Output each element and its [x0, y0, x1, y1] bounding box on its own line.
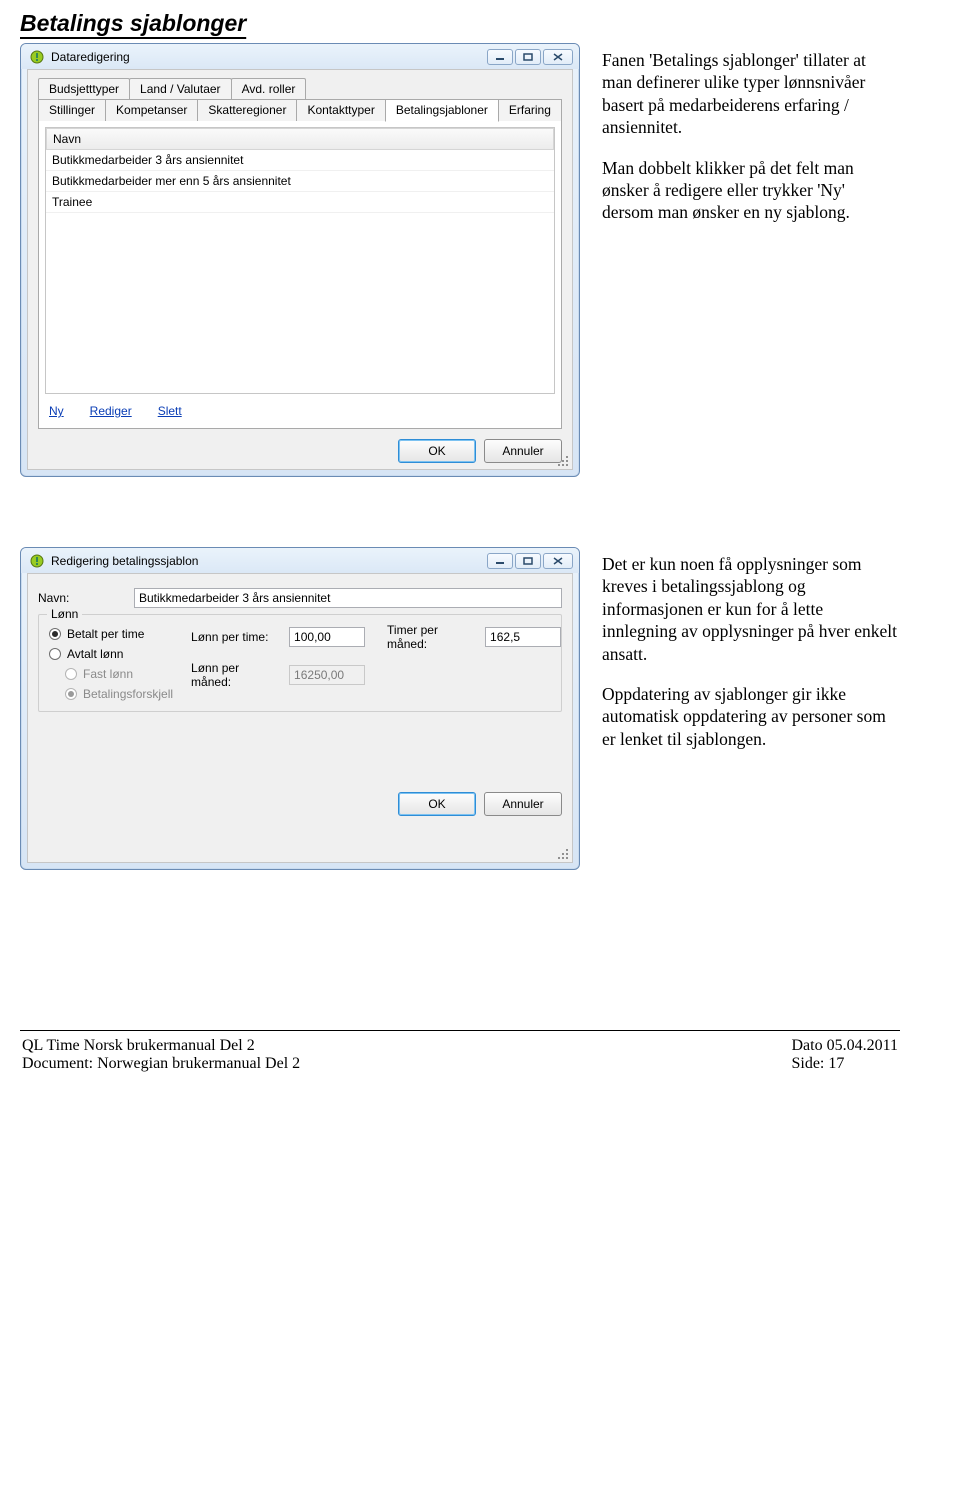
radio-icon	[65, 688, 77, 700]
lonn-per-maned-input	[289, 665, 365, 685]
footer-divider	[20, 1030, 900, 1031]
list-item[interactable]: Butikkmedarbeider 3 års ansiennitet	[46, 150, 554, 171]
app-icon	[29, 553, 45, 569]
link-ny[interactable]: Ny	[49, 404, 64, 418]
paragraph: Oppdatering av sjablonger gir ikke autom…	[602, 683, 900, 750]
window-title: Redigering betalingssjablon	[51, 554, 487, 568]
resize-grip[interactable]	[557, 848, 569, 860]
page-title: Betalings sjablonger	[20, 10, 900, 37]
maximize-button[interactable]	[515, 49, 541, 65]
footer-left-line1: QL Time Norsk brukermanual Del 2	[22, 1037, 300, 1055]
ok-button[interactable]: OK	[398, 439, 476, 463]
label-navn: Navn:	[38, 591, 124, 605]
tab-kontakttyper[interactable]: Kontakttyper	[296, 99, 385, 121]
footer-right-line2: Side: 17	[791, 1055, 898, 1073]
radio-icon	[49, 628, 61, 640]
radio-betalt-per-time[interactable]: Betalt per time	[49, 627, 173, 641]
column-header-navn[interactable]: Navn	[46, 128, 554, 150]
radio-icon	[49, 648, 61, 660]
tab-betalingsjabloner[interactable]: Betalingsjabloner	[385, 99, 499, 122]
radio-icon	[65, 668, 77, 680]
timer-per-maned-input[interactable]	[485, 627, 561, 647]
label-lonn-per-time: Lønn per time:	[191, 630, 281, 644]
groupbox-title-lonn: Lønn	[47, 607, 82, 621]
link-slett[interactable]: Slett	[158, 404, 182, 418]
radio-betalingsforskjell: Betalingsforskjell	[65, 687, 173, 701]
tab-avd-roller[interactable]: Avd. roller	[231, 78, 307, 100]
close-button[interactable]	[543, 49, 573, 65]
radio-label: Betalt per time	[67, 627, 144, 641]
close-button[interactable]	[543, 553, 573, 569]
radio-label: Fast lønn	[83, 667, 133, 681]
tab-stillinger[interactable]: Stillinger	[38, 99, 106, 121]
paragraph: Man dobbelt klikker på det felt man ønsk…	[602, 157, 900, 224]
list-item[interactable]: Trainee	[46, 192, 554, 213]
lonn-per-time-input[interactable]	[289, 627, 365, 647]
navn-input[interactable]	[134, 588, 562, 608]
ok-button[interactable]: OK	[398, 792, 476, 816]
link-rediger[interactable]: Rediger	[90, 404, 132, 418]
titlebar[interactable]: Dataredigering	[21, 44, 579, 69]
minimize-button[interactable]	[487, 553, 513, 569]
radio-fast-lonn: Fast lønn	[65, 667, 173, 681]
tab-budsjetttyper[interactable]: Budsjetttyper	[38, 78, 130, 100]
minimize-button[interactable]	[487, 49, 513, 65]
tab-kompetanser[interactable]: Kompetanser	[105, 99, 198, 121]
footer-right-line1: Dato 05.04.2011	[791, 1037, 898, 1055]
tab-skatteregioner[interactable]: Skatteregioner	[197, 99, 297, 121]
paragraph: Det er kun noen få opplysninger som krev…	[602, 553, 900, 665]
resize-grip[interactable]	[557, 455, 569, 467]
cancel-button[interactable]: Annuler	[484, 792, 562, 816]
cancel-button[interactable]: Annuler	[484, 439, 562, 463]
dialog-dataredigering: Dataredigering Budsjetttyper Land / Valu…	[20, 43, 580, 477]
radio-label: Avtalt lønn	[67, 647, 123, 661]
tab-panel: Navn Butikkmedarbeider 3 års ansiennitet…	[38, 120, 562, 429]
label-timer-per-maned: Timer per måned:	[387, 623, 477, 651]
window-title: Dataredigering	[51, 50, 487, 64]
paragraph: Fanen 'Betalings sjablonger' tillater at…	[602, 49, 900, 139]
titlebar[interactable]: Redigering betalingssjablon	[21, 548, 579, 573]
tab-erfaring[interactable]: Erfaring	[498, 99, 562, 121]
list-empty-area[interactable]	[46, 213, 554, 393]
dialog-redigering-betalingssjablon: Redigering betalingssjablon Navn: Lønn	[20, 547, 580, 870]
tab-land-valutaer[interactable]: Land / Valutaer	[129, 78, 232, 100]
app-icon	[29, 49, 45, 65]
footer-left-line2: Document: Norwegian brukermanual Del 2	[22, 1055, 300, 1073]
list-item[interactable]: Butikkmedarbeider mer enn 5 års ansienni…	[46, 171, 554, 192]
label-lonn-per-maned: Lønn per måned:	[191, 661, 281, 689]
radio-label: Betalingsforskjell	[83, 687, 173, 701]
maximize-button[interactable]	[515, 553, 541, 569]
radio-avtalt-lonn[interactable]: Avtalt lønn	[49, 647, 173, 661]
